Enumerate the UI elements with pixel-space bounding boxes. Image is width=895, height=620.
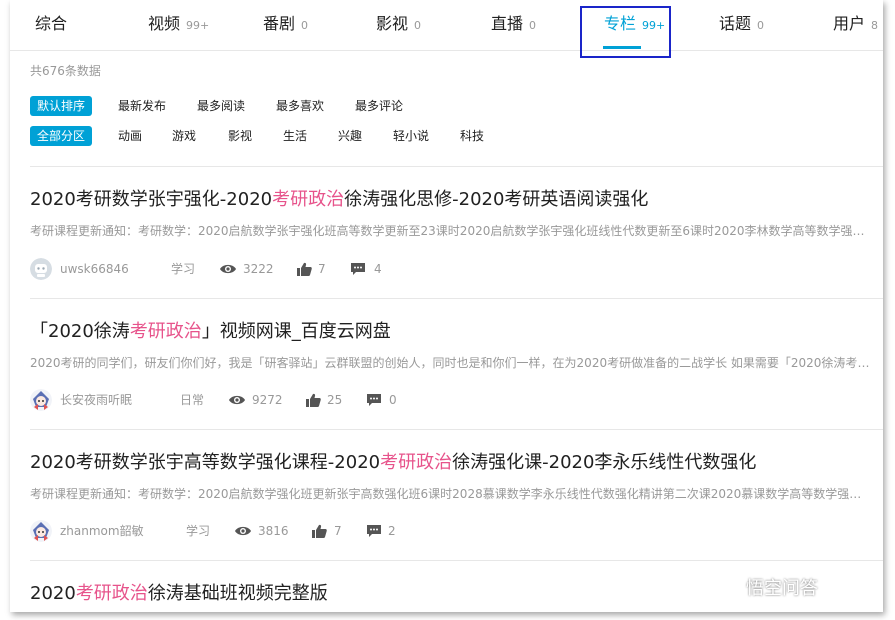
category-light-novel[interactable]: 轻小说 [393, 126, 429, 146]
like-count: 7 [318, 262, 326, 276]
result-count: 共676条数据 [30, 64, 101, 78]
tab-bangumi[interactable]: 番剧 0 [263, 10, 308, 34]
comment-icon[interactable] [366, 388, 382, 407]
anime-avatar-icon[interactable] [30, 520, 52, 542]
keyword-highlight: 考研政治 [272, 189, 345, 210]
keyword-highlight: 考研政治 [380, 452, 453, 473]
result-meta: uwsk66846 学习 3222 7 4 [30, 257, 530, 281]
comment-icon[interactable] [366, 519, 382, 538]
result-description: 2020考研的同学们，研友们你们好，我是「研客驿站」云群联盟的创始人，同时也是和… [30, 356, 870, 370]
category-interest[interactable]: 兴趣 [338, 126, 362, 146]
comment-count: 4 [374, 262, 382, 276]
category-film[interactable]: 影视 [228, 126, 252, 146]
result-description: 考研课程更新通知：考研数学：2020启航数学强化班更新张宇高数强化班6课时202… [30, 487, 870, 501]
search-type-tabs: 综合 视频 99+ 番剧 0 影视 0 直播 0 专栏 99+ 话题 0 用户 8 [10, 0, 883, 51]
tab-count: 0 [414, 19, 422, 32]
category-life[interactable]: 生活 [283, 126, 307, 146]
tab-count: 8 [871, 19, 879, 32]
result-title[interactable]: 2020考研数学张宇强化-2020考研政治徐涛强化思修-2020考研英语阅读强化 [30, 185, 648, 211]
active-tab-indicator [603, 46, 641, 49]
category-label: 学习 [186, 524, 211, 538]
watermark: 悟空问答 [712, 574, 818, 606]
sort-default[interactable]: 默认排序 [30, 96, 93, 116]
comment-icon[interactable] [350, 257, 366, 276]
sort-most-read[interactable]: 最多阅读 [197, 96, 245, 116]
result-title[interactable]: 2020考研数学张宇高等数学强化课程-2020考研政治徐涛强化课-2020李永乐… [30, 448, 756, 474]
tab-user[interactable]: 用户 8 [833, 10, 878, 34]
anime-avatar-icon[interactable] [30, 389, 52, 411]
author-name[interactable]: 长安夜雨听眠 [60, 388, 132, 412]
sort-newest[interactable]: 最新发布 [118, 96, 166, 116]
tab-live[interactable]: 直播 0 [491, 10, 536, 34]
thumbs-up-icon[interactable] [306, 388, 321, 407]
tab-count: 0 [301, 19, 309, 32]
tab-count: 99+ [642, 19, 666, 32]
sort-most-liked[interactable]: 最多喜欢 [276, 96, 324, 116]
category-anime[interactable]: 动画 [118, 126, 142, 146]
tab-count: 0 [757, 19, 765, 32]
like-count: 7 [334, 524, 342, 538]
view-count: 3222 [243, 262, 274, 276]
tab-count: 99+ [186, 19, 210, 32]
author-name[interactable]: uwsk66846 [60, 257, 129, 281]
result-description: 考研课程更新通知：考研数学：2020启航数学张宇强化班高等数学更新至23课时20… [30, 224, 870, 238]
tab-column[interactable]: 专栏 99+ [604, 10, 665, 34]
default-avatar-icon[interactable] [30, 258, 52, 280]
result-title[interactable]: 2020考研政治徐涛基础班视频完整版 [30, 579, 328, 605]
comment-count: 2 [388, 524, 396, 538]
eye-icon [234, 519, 252, 538]
tab-topic[interactable]: 话题 0 [719, 10, 764, 34]
eye-icon [219, 257, 237, 276]
eye-icon [228, 388, 246, 407]
result-meta: 长安夜雨听眠 日常 9272 25 0 [30, 388, 530, 412]
category-all[interactable]: 全部分区 [30, 126, 93, 146]
view-count: 9272 [252, 393, 283, 407]
thumbs-up-icon[interactable] [297, 257, 312, 276]
wukong-logo-icon [712, 578, 742, 600]
divider [30, 166, 883, 167]
divider [30, 429, 883, 430]
like-count: 25 [327, 393, 343, 407]
result-meta: zhanmom韶敏 学习 3816 7 2 [30, 519, 530, 543]
category-label: 日常 [180, 393, 205, 407]
watermark-text: 悟空问答 [746, 578, 818, 599]
tab-count: 0 [529, 19, 537, 32]
category-label: 学习 [171, 262, 196, 276]
category-game[interactable]: 游戏 [172, 126, 196, 146]
search-results-panel: 综合 视频 99+ 番剧 0 影视 0 直播 0 专栏 99+ 话题 0 用户 8 共676条… [10, 0, 883, 612]
tab-video[interactable]: 视频 99+ [148, 10, 209, 34]
result-title[interactable]: 「2020徐涛考研政治」视频网课_百度云网盘 [30, 317, 391, 343]
tab-movie[interactable]: 影视 0 [376, 10, 421, 34]
thumbs-up-icon[interactable] [312, 519, 327, 538]
category-tech[interactable]: 科技 [460, 126, 484, 146]
tab-all[interactable]: 综合 [35, 10, 67, 34]
divider [30, 298, 883, 299]
author-name[interactable]: zhanmom韶敏 [60, 519, 144, 543]
view-count: 3816 [258, 524, 289, 538]
sort-most-comments[interactable]: 最多评论 [355, 96, 403, 116]
keyword-highlight: 考研政治 [75, 583, 148, 604]
keyword-highlight: 考研政治 [129, 321, 202, 342]
divider [30, 560, 883, 561]
comment-count: 0 [389, 393, 397, 407]
